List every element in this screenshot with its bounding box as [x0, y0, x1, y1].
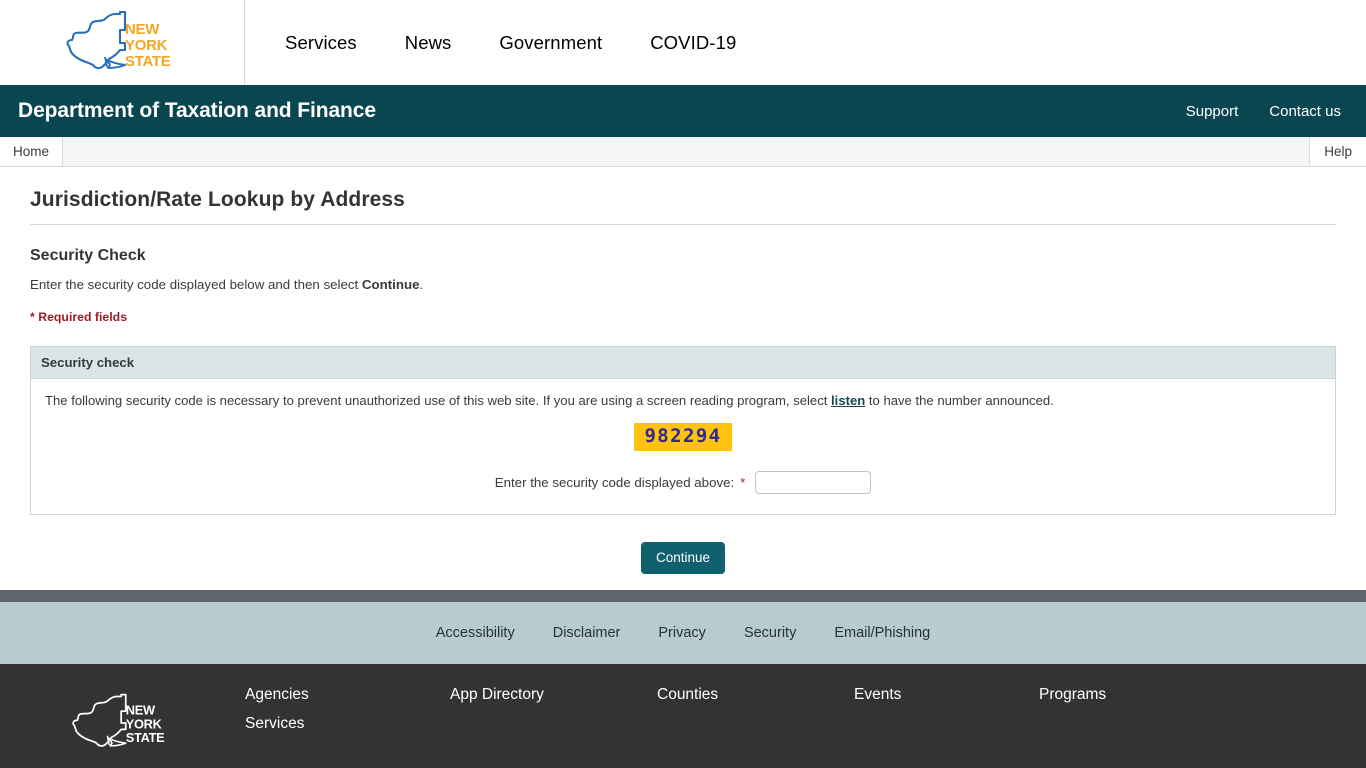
nys-global-header: NEW YORK STATE Services News Government …: [0, 0, 1366, 85]
main-content: Jurisdiction/Rate Lookup by Address Secu…: [0, 167, 1366, 574]
intro-text: Enter the security code displayed below …: [30, 265, 1336, 292]
nav-item-news[interactable]: News: [405, 32, 452, 54]
footer-link-security[interactable]: Security: [744, 625, 796, 641]
button-row: Continue: [30, 515, 1336, 574]
breadcrumb-spacer: [63, 137, 1309, 166]
required-fields-note: * Required fields: [30, 310, 128, 324]
page-title: Jurisdiction/Rate Lookup by Address: [30, 167, 1336, 225]
footer-column-1: Agencies Services: [245, 686, 450, 733]
svg-text:NEW: NEW: [125, 21, 160, 38]
section-title: Security Check: [30, 247, 146, 264]
security-text-prefix: The following security code is necessary…: [45, 393, 832, 408]
footer-link-events[interactable]: Events: [854, 686, 1039, 704]
department-title: Department of Taxation and Finance: [18, 99, 376, 122]
captcha-code-image: 982294: [634, 423, 732, 451]
security-panel-text: The following security code is necessary…: [43, 393, 1323, 408]
footer-link-privacy[interactable]: Privacy: [658, 625, 706, 641]
listen-link[interactable]: listen: [831, 393, 865, 408]
nav-item-services[interactable]: Services: [285, 32, 357, 54]
help-link[interactable]: Help: [1309, 137, 1366, 166]
security-panel-heading: Security check: [31, 347, 1335, 379]
continue-button[interactable]: Continue: [640, 541, 726, 574]
global-nav: Services News Government COVID-19: [245, 0, 1366, 85]
security-panel-body: The following security code is necessary…: [31, 379, 1335, 514]
security-code-input[interactable]: [755, 470, 872, 494]
new-york-state-logo-icon: NEW YORK STATE: [66, 10, 171, 70]
footer-column-2: App Directory: [450, 686, 657, 733]
security-text-suffix: to have the number announced.: [865, 393, 1054, 408]
footer-link-columns: Agencies Services App Directory Counties…: [245, 686, 1366, 733]
department-banner: Department of Taxation and Finance Suppo…: [0, 85, 1366, 137]
new-york-state-logo-icon-footer: NEW YORK STATE: [71, 693, 165, 747]
footer-link-agencies[interactable]: Agencies: [245, 686, 450, 704]
footer-link-accessibility[interactable]: Accessibility: [436, 625, 515, 641]
department-links: Support Contact us: [1186, 103, 1348, 120]
breadcrumb: Home Help: [0, 137, 1366, 167]
footer-column-3: Counties: [657, 686, 854, 733]
footer-link-programs[interactable]: Programs: [1039, 686, 1199, 704]
intro-prefix: Enter the security code displayed below …: [30, 277, 362, 292]
footer-link-app-directory[interactable]: App Directory: [450, 686, 657, 704]
security-check-panel: Security check The following security co…: [30, 346, 1336, 515]
breadcrumb-home[interactable]: Home: [0, 137, 64, 166]
svg-text:STATE: STATE: [125, 53, 171, 70]
required-asterisk: *: [740, 474, 746, 490]
captcha-wrapper: 982294: [43, 408, 1323, 451]
security-code-label: Enter the security code displayed above:: [494, 474, 735, 490]
footer-link-services[interactable]: Services: [245, 715, 450, 733]
svg-text:NEW: NEW: [125, 703, 155, 718]
footer-logo-cell[interactable]: NEW YORK STATE: [0, 686, 245, 754]
footer-link-email-phishing[interactable]: Email/Phishing: [834, 625, 930, 641]
nys-logo-cell[interactable]: NEW YORK STATE: [0, 0, 245, 85]
footer-link-counties[interactable]: Counties: [657, 686, 854, 704]
footer-column-4: Events: [854, 686, 1039, 733]
svg-text:YORK: YORK: [125, 716, 162, 731]
footer-link-disclaimer[interactable]: Disclaimer: [553, 625, 621, 641]
security-code-row: Enter the security code displayed above:…: [43, 451, 1323, 494]
footer-column-5: Programs: [1039, 686, 1199, 733]
dark-footer: NEW YORK STATE Agencies Services App Dir…: [0, 663, 1366, 768]
nav-item-covid19[interactable]: COVID-19: [650, 32, 736, 54]
support-link[interactable]: Support: [1186, 103, 1239, 120]
svg-text:YORK: YORK: [125, 37, 168, 54]
svg-text:STATE: STATE: [125, 730, 164, 745]
footer-links-bar: Accessibility Disclaimer Privacy Securit…: [0, 601, 1366, 664]
nav-item-government[interactable]: Government: [499, 32, 602, 54]
contact-us-link[interactable]: Contact us: [1269, 103, 1341, 120]
intro-bold: Continue: [361, 277, 420, 292]
intro-suffix: .: [419, 277, 424, 292]
footer-divider-rule: [0, 589, 1366, 602]
